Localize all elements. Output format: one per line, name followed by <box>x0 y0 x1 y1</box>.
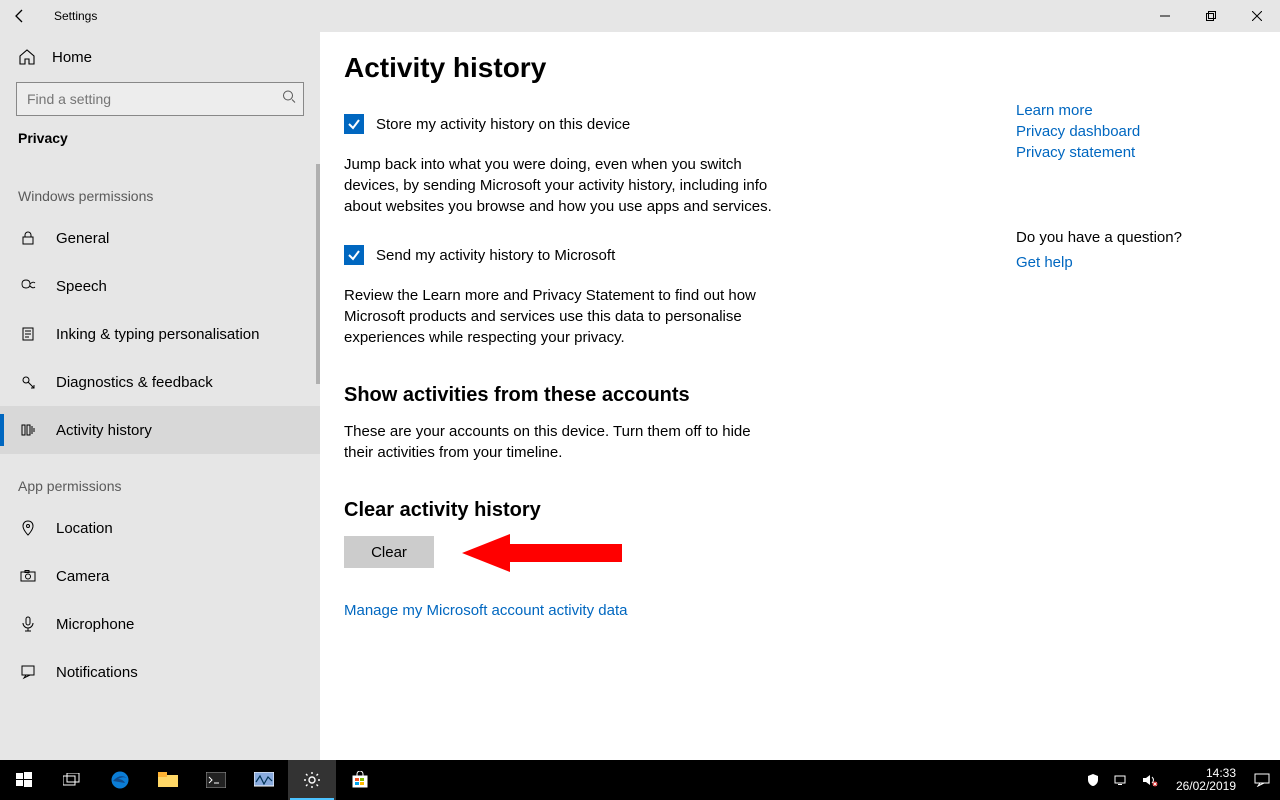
clock-date: 26/02/2019 <box>1176 780 1236 793</box>
search-box[interactable] <box>16 82 304 116</box>
sidebar-item-label: Microphone <box>56 616 134 633</box>
windows-icon <box>16 772 32 788</box>
settings-window: Settings Home <box>0 0 1280 760</box>
sidebar-item-microphone[interactable]: Microphone <box>0 600 320 648</box>
sidebar-item-label: Location <box>56 520 113 537</box>
sysmonitor-icon <box>254 772 274 788</box>
sidebar-item-label: Speech <box>56 278 107 295</box>
checkbox-checked-icon <box>344 245 364 265</box>
taskbar-app-explorer[interactable] <box>144 760 192 800</box>
checkbox-store-activity[interactable]: Store my activity history on this device <box>344 114 1016 134</box>
tray-volume-icon[interactable] <box>1138 760 1162 800</box>
window-body: Home Privacy Windows permissions General <box>0 32 1280 760</box>
checkbox-label: Store my activity history on this device <box>376 116 630 133</box>
section-accounts-text: These are your accounts on this device. … <box>344 421 774 463</box>
category-label: Privacy <box>0 130 320 164</box>
title-bar: Settings <box>0 0 1280 32</box>
annotation-arrow-icon <box>462 530 622 576</box>
sidebar-item-label: General <box>56 230 109 247</box>
description-text: Jump back into what you were doing, even… <box>344 154 774 217</box>
home-icon <box>18 48 36 66</box>
taskbar-app-monitor[interactable] <box>240 760 288 800</box>
action-center-button[interactable] <box>1250 760 1274 800</box>
taskbar: 14:33 26/02/2019 <box>0 760 1280 800</box>
sidebar-item-label: Activity history <box>56 422 152 439</box>
lock-icon <box>18 230 38 246</box>
content-area: Activity history Store my activity histo… <box>320 32 1280 760</box>
sidebar-item-speech[interactable]: Speech <box>0 262 320 310</box>
window-controls <box>1142 0 1280 32</box>
checkbox-send-activity[interactable]: Send my activity history to Microsoft <box>344 245 1016 265</box>
edge-icon <box>110 770 130 790</box>
sidebar-item-diagnostics[interactable]: Diagnostics & feedback <box>0 358 320 406</box>
clipboard-icon <box>18 326 38 342</box>
sidebar-item-inking[interactable]: Inking & typing personalisation <box>0 310 320 358</box>
arrow-left-icon <box>12 8 28 24</box>
speech-icon <box>18 278 38 294</box>
system-tray: 14:33 26/02/2019 <box>1082 760 1280 800</box>
notifications-icon <box>18 664 38 680</box>
task-view-button[interactable] <box>48 760 96 800</box>
microphone-icon <box>18 616 38 632</box>
home-label: Home <box>52 49 92 66</box>
checkbox-label: Send my activity history to Microsoft <box>376 247 615 264</box>
back-button[interactable] <box>0 0 40 32</box>
tray-security-icon[interactable] <box>1082 760 1104 800</box>
taskbar-app-settings[interactable] <box>288 760 336 800</box>
sidebar: Home Privacy Windows permissions General <box>0 32 320 760</box>
task-view-icon <box>63 773 81 787</box>
folder-icon <box>158 772 178 788</box>
sidebar-item-label: Notifications <box>56 664 138 681</box>
location-icon <box>18 520 38 536</box>
camera-icon <box>18 568 38 584</box>
clear-button[interactable]: Clear <box>344 536 434 568</box>
sidebar-item-activity-history[interactable]: Activity history <box>0 406 320 454</box>
maximize-button[interactable] <box>1188 0 1234 32</box>
sidebar-item-notifications[interactable]: Notifications <box>0 648 320 696</box>
checkbox-checked-icon <box>344 114 364 134</box>
get-help-link[interactable]: Get help <box>1016 254 1182 271</box>
home-button[interactable]: Home <box>0 32 320 82</box>
gear-icon <box>303 771 321 789</box>
sidebar-item-location[interactable]: Location <box>0 504 320 552</box>
privacy-statement-link[interactable]: Privacy statement <box>1016 144 1182 161</box>
close-icon <box>1252 11 1262 21</box>
sidebar-item-label: Diagnostics & feedback <box>56 374 213 391</box>
main-column: Activity history Store my activity histo… <box>344 52 1016 760</box>
section-clear-heading: Clear activity history <box>344 499 1016 522</box>
maximize-icon <box>1206 11 1216 21</box>
sidebar-item-camera[interactable]: Camera <box>0 552 320 600</box>
close-button[interactable] <box>1234 0 1280 32</box>
window-title: Settings <box>54 9 97 23</box>
tray-network-icon[interactable] <box>1110 760 1132 800</box>
search-icon <box>282 90 296 109</box>
aside-column: Learn more Privacy dashboard Privacy sta… <box>1016 52 1256 760</box>
taskbar-app-terminal[interactable] <box>192 760 240 800</box>
search-input[interactable] <box>16 82 304 116</box>
feedback-icon <box>18 374 38 390</box>
section-accounts-heading: Show activities from these accounts <box>344 384 1016 407</box>
privacy-dashboard-link[interactable]: Privacy dashboard <box>1016 123 1182 140</box>
minimize-icon <box>1160 11 1170 21</box>
page-title: Activity history <box>344 52 1016 84</box>
question-text: Do you have a question? <box>1016 229 1182 246</box>
description-text: Review the Learn more and Privacy Statem… <box>344 285 774 348</box>
taskbar-clock[interactable]: 14:33 26/02/2019 <box>1168 767 1244 793</box>
taskbar-app-edge[interactable] <box>96 760 144 800</box>
terminal-icon <box>206 772 226 788</box>
learn-more-link[interactable]: Learn more <box>1016 102 1182 119</box>
activity-icon <box>18 422 38 438</box>
group-windows-permissions: Windows permissions <box>0 164 320 214</box>
start-button[interactable] <box>0 760 48 800</box>
sidebar-item-label: Camera <box>56 568 109 585</box>
taskbar-app-store[interactable] <box>336 760 384 800</box>
minimize-button[interactable] <box>1142 0 1188 32</box>
group-app-permissions: App permissions <box>0 454 320 504</box>
manage-activity-link[interactable]: Manage my Microsoft account activity dat… <box>344 602 1016 619</box>
sidebar-item-label: Inking & typing personalisation <box>56 326 259 343</box>
store-icon <box>351 771 369 789</box>
sidebar-item-general[interactable]: General <box>0 214 320 262</box>
